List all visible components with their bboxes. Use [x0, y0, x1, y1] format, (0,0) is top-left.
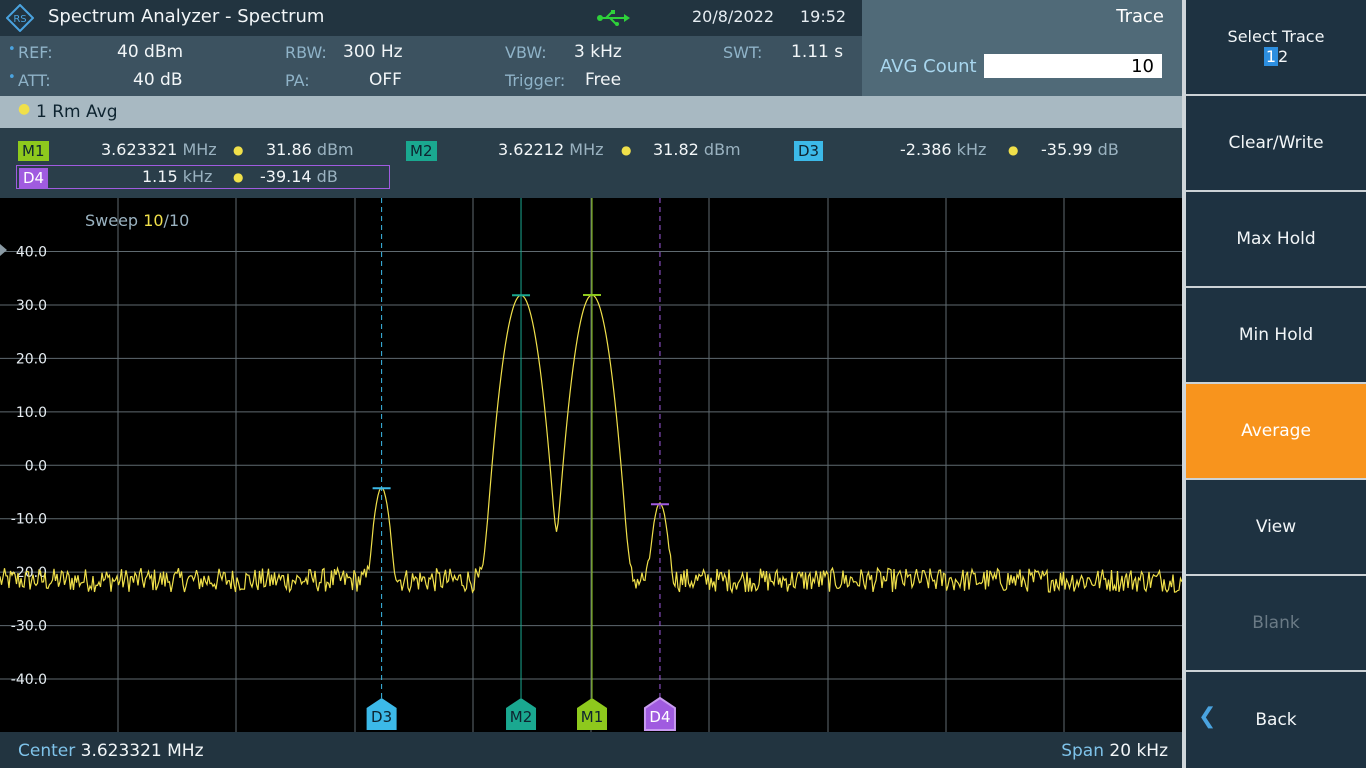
trace-mode-label: 1 Rm Avg [36, 102, 118, 122]
marker-flag-d3: D3 [366, 698, 397, 730]
trace-panel-title: Trace [1116, 6, 1164, 27]
vbw-label: VBW: [505, 43, 547, 62]
marker-lines [381, 198, 661, 698]
min-hold-button[interactable]: Min Hold [1186, 286, 1366, 382]
marker-flag-label: M1 [581, 708, 604, 726]
select-trace-button[interactable]: Select Trace 12 [1186, 0, 1366, 94]
marker-m2-tag[interactable]: M2 [406, 141, 437, 161]
date-display: 20/8/2022 [692, 7, 775, 26]
avg-count-label: AVG Count [880, 56, 977, 77]
back-button[interactable]: ❮ Back [1186, 670, 1366, 768]
y-tick-label: 30.0 [16, 298, 47, 314]
marker-m2-level: 31.82 dBm [653, 140, 741, 159]
marker-d4-freq: 1.15 kHz [142, 167, 213, 186]
marker-d3-dot: ● [1008, 143, 1019, 157]
y-tick-label: -30.0 [11, 619, 47, 635]
ref-indicator-dot: • [8, 42, 16, 57]
view-button[interactable]: View [1186, 478, 1366, 574]
y-tick-label: 10.0 [16, 405, 47, 421]
select-trace-label: Select Trace [1227, 27, 1325, 46]
back-label: Back [1255, 710, 1297, 730]
y-tick-label: -40.0 [11, 672, 47, 688]
swt-value: 1.11 s [791, 42, 844, 62]
span-frequency[interactable]: Span 20 kHz [1061, 741, 1168, 761]
y-tick-label: 20.0 [16, 351, 47, 367]
avg-count-input[interactable] [984, 54, 1162, 78]
att-value: 40 dB [133, 70, 183, 90]
marker-m2-freq: 3.62212 MHz [498, 140, 604, 159]
att-indicator-dot: • [8, 70, 16, 85]
spectrum-plot[interactable]: 40.030.020.010.00.0-10.0-20.0-30.0-40.0 … [0, 198, 1182, 732]
clear-write-button[interactable]: Clear/Write [1186, 94, 1366, 190]
trigger-value: Free [585, 70, 622, 90]
trigger-label: Trigger: [505, 71, 566, 90]
marker-m1-tag[interactable]: M1 [18, 141, 49, 161]
average-button[interactable]: Average [1186, 382, 1366, 478]
marker-flag-label: D3 [371, 708, 392, 726]
marker-d4-level: -39.14 dB [260, 167, 338, 186]
settings-panel: • REF: 40 dBm • ATT: 40 dB RBW: 300 Hz P… [0, 36, 862, 96]
trace-color-dot: ● [18, 101, 31, 117]
ref-level-arrow-icon [0, 244, 7, 256]
pa-value: OFF [369, 70, 402, 90]
ref-value: 40 dBm [117, 42, 184, 62]
blank-button[interactable]: Blank [1186, 574, 1366, 670]
ref-label: REF: [18, 43, 53, 62]
rbw-value: 300 Hz [343, 42, 403, 62]
att-label: ATT: [18, 71, 51, 90]
trace-info-row[interactable] [0, 96, 1182, 128]
marker-flag-label: D4 [649, 708, 670, 726]
plot-grid [0, 198, 1182, 732]
chevron-left-icon: ❮ [1198, 704, 1217, 729]
y-axis-ticks: 40.030.020.010.00.0-10.0-20.0-30.0-40.0 [11, 245, 47, 689]
marker-d3-freq: -2.386 kHz [900, 140, 987, 159]
time-display: 19:52 [800, 7, 847, 26]
rbw-label: RBW: [285, 43, 327, 62]
marker-m1-dot: ● [233, 143, 244, 157]
marker-d3-level: -35.99 dB [1041, 140, 1119, 159]
app-title: Spectrum Analyzer - Spectrum [48, 6, 325, 27]
svg-text:RS: RS [13, 14, 26, 25]
y-tick-label: 40.0 [16, 245, 47, 261]
marker-flag-m2: M2 [506, 698, 537, 730]
rohde-schwarz-logo-icon: RS [5, 3, 35, 33]
max-hold-button[interactable]: Max Hold [1186, 190, 1366, 286]
swt-label: SWT: [723, 43, 763, 62]
marker-d4-dot: ● [233, 170, 244, 184]
pa-label: PA: [285, 71, 310, 90]
marker-flag-d4: D4 [643, 696, 676, 731]
y-tick-label: -10.0 [11, 512, 47, 528]
marker-m1-level: 31.86 dBm [266, 140, 354, 159]
vbw-value: 3 kHz [574, 42, 622, 62]
marker-m2-dot: ● [621, 143, 632, 157]
marker-m1-freq: 3.623321 MHz [101, 140, 217, 159]
marker-d3-tag[interactable]: D3 [794, 141, 824, 161]
sweep-counter: Sweep 10/10 [85, 211, 190, 230]
select-trace-options: 12 [1263, 47, 1289, 66]
softkey-panel: Select Trace 12 Clear/Write Max Hold Min… [1182, 0, 1366, 768]
y-tick-label: 0.0 [25, 458, 47, 474]
marker-flag-label: M2 [510, 708, 533, 726]
marker-d4-tag[interactable]: D4 [19, 168, 49, 188]
marker-flag-m1: M1 [577, 698, 607, 730]
usb-icon [596, 9, 630, 27]
center-frequency[interactable]: Center 3.623321 MHz [18, 741, 204, 761]
trace-panel: Trace AVG Count [862, 0, 1182, 96]
